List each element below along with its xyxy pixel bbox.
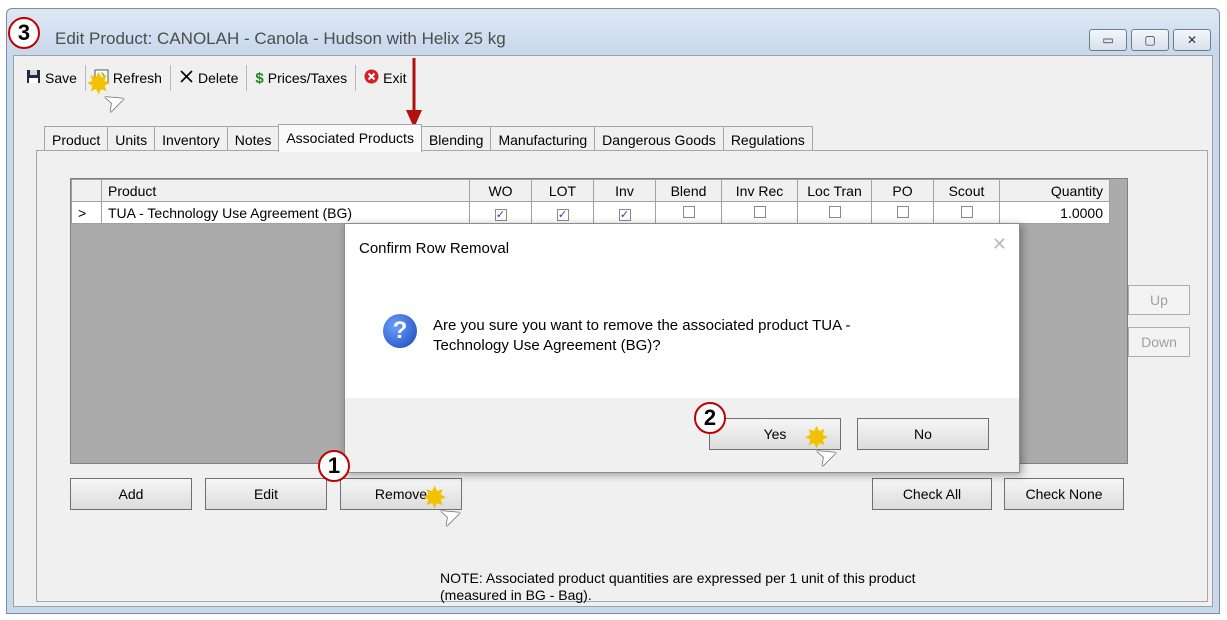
tab-notes[interactable]: Notes <box>226 126 280 151</box>
dialog-title: Confirm Row Removal <box>359 240 510 257</box>
window-controls: ▭ ▢ ✕ <box>1089 29 1211 51</box>
dialog-message-line-1: Are you sure you want to remove the asso… <box>433 317 851 334</box>
checkbox-lot[interactable]: ✓ <box>556 208 569 221</box>
tab-strip: Product Units Inventory Notes Associated… <box>44 123 813 152</box>
dialog-footer: Yes No <box>345 398 1019 472</box>
close-window-button[interactable]: ✕ <box>1173 29 1211 51</box>
table-row[interactable]: > TUA - Technology Use Agreement (BG) ✓ … <box>71 201 1110 224</box>
grid-table: Product WO LOT Inv Blend Inv Rec Loc Tra… <box>71 179 1110 224</box>
minimize-button[interactable]: ▭ <box>1089 29 1127 51</box>
cell-inv[interactable]: ✓ <box>593 201 656 224</box>
quantity-note: NOTE: Associated product quantities are … <box>440 570 915 604</box>
step-1-marker: 1 <box>318 450 350 482</box>
question-icon: ? <box>383 314 417 348</box>
col-inv-rec[interactable]: Inv Rec <box>721 179 798 202</box>
cell-blend[interactable] <box>655 201 722 224</box>
delete-label: Delete <box>197 70 239 86</box>
save-label: Save <box>45 70 77 86</box>
delete-button[interactable]: Delete <box>171 65 248 91</box>
row-marker: > <box>71 201 102 224</box>
cell-product[interactable]: TUA - Technology Use Agreement (BG) <box>101 201 470 224</box>
cell-loc-tran[interactable] <box>797 201 872 224</box>
checkbox-inv-rec[interactable] <box>753 205 766 218</box>
checkbox-inv[interactable]: ✓ <box>618 208 631 221</box>
tab-associated-products[interactable]: Associated Products <box>278 124 422 152</box>
checkbox-loc-tran[interactable] <box>828 205 841 218</box>
cell-wo[interactable]: ✓ <box>469 201 532 224</box>
dialog-message-line-2: Technology Use Agreement (BG)? <box>433 337 661 354</box>
checkbox-scout[interactable] <box>960 205 973 218</box>
exit-label: Exit <box>383 70 407 86</box>
grid-header-row: Product WO LOT Inv Blend Inv Rec Loc Tra… <box>71 179 1110 202</box>
step-3-marker: 3 <box>8 17 40 49</box>
step-2-marker: 2 <box>694 402 726 434</box>
window-title: Edit Product: CANOLAH - Canola - Hudson … <box>55 29 506 48</box>
tab-blending[interactable]: Blending <box>420 126 492 151</box>
tab-units[interactable]: Units <box>107 126 156 151</box>
col-blend[interactable]: Blend <box>655 179 722 202</box>
down-button[interactable]: Down <box>1128 327 1190 357</box>
col-scout[interactable]: Scout <box>933 179 1000 202</box>
tab-product[interactable]: Product <box>44 126 109 151</box>
tab-inventory[interactable]: Inventory <box>154 126 228 151</box>
save-icon <box>26 69 41 88</box>
exit-icon <box>364 69 379 88</box>
cell-lot[interactable]: ✓ <box>531 201 594 224</box>
up-button[interactable]: Up <box>1128 285 1190 315</box>
delete-icon <box>179 69 194 88</box>
col-lot[interactable]: LOT <box>531 179 594 202</box>
tab-regulations[interactable]: Regulations <box>722 126 813 151</box>
close-icon[interactable]: ✕ <box>992 234 1007 255</box>
col-product[interactable]: Product <box>101 179 470 202</box>
maximize-button[interactable]: ▢ <box>1131 29 1169 51</box>
col-inv[interactable]: Inv <box>593 179 656 202</box>
checkbox-po[interactable] <box>896 205 909 218</box>
checkbox-wo[interactable]: ✓ <box>494 208 507 221</box>
cell-scout[interactable] <box>933 201 1000 224</box>
tab-dangerous-goods[interactable]: Dangerous Goods <box>594 126 724 151</box>
row-header-cell <box>71 179 102 202</box>
title-bar: Edit Product: CANOLAH - Canola - Hudson … <box>7 9 1219 61</box>
cell-po[interactable] <box>871 201 934 224</box>
note-line-1: NOTE: Associated product quantities are … <box>440 570 916 586</box>
tab-manufacturing[interactable]: Manufacturing <box>490 126 596 151</box>
dialog-message: Are you sure you want to remove the asso… <box>433 316 993 356</box>
add-button[interactable]: Add <box>70 478 192 510</box>
cell-inv-rec[interactable] <box>721 201 798 224</box>
check-all-button[interactable]: Check All <box>872 478 992 510</box>
check-none-button[interactable]: Check None <box>1004 478 1124 510</box>
toolbar: Save Refresh Delete $ Prices/Taxes Exit <box>18 64 416 92</box>
note-line-2: (measured in BG - Bag). <box>440 587 592 603</box>
checkbox-blend[interactable] <box>682 205 695 218</box>
save-button[interactable]: Save <box>18 65 86 91</box>
prices-taxes-label: Prices/Taxes <box>267 70 348 86</box>
col-loc-tran[interactable]: Loc Tran <box>797 179 872 202</box>
tab-pointer-arrow-icon <box>406 58 422 128</box>
col-po[interactable]: PO <box>871 179 934 202</box>
col-quantity[interactable]: Quantity <box>999 179 1110 202</box>
dollar-icon: $ <box>255 69 264 87</box>
no-button[interactable]: No <box>857 418 989 450</box>
prices-taxes-button[interactable]: $ Prices/Taxes <box>247 65 357 91</box>
confirm-row-removal-dialog: Confirm Row Removal ✕ ? Are you sure you… <box>344 223 1020 473</box>
cell-quantity[interactable]: 1.0000 <box>999 201 1110 224</box>
edit-button[interactable]: Edit <box>205 478 327 510</box>
col-wo[interactable]: WO <box>469 179 532 202</box>
